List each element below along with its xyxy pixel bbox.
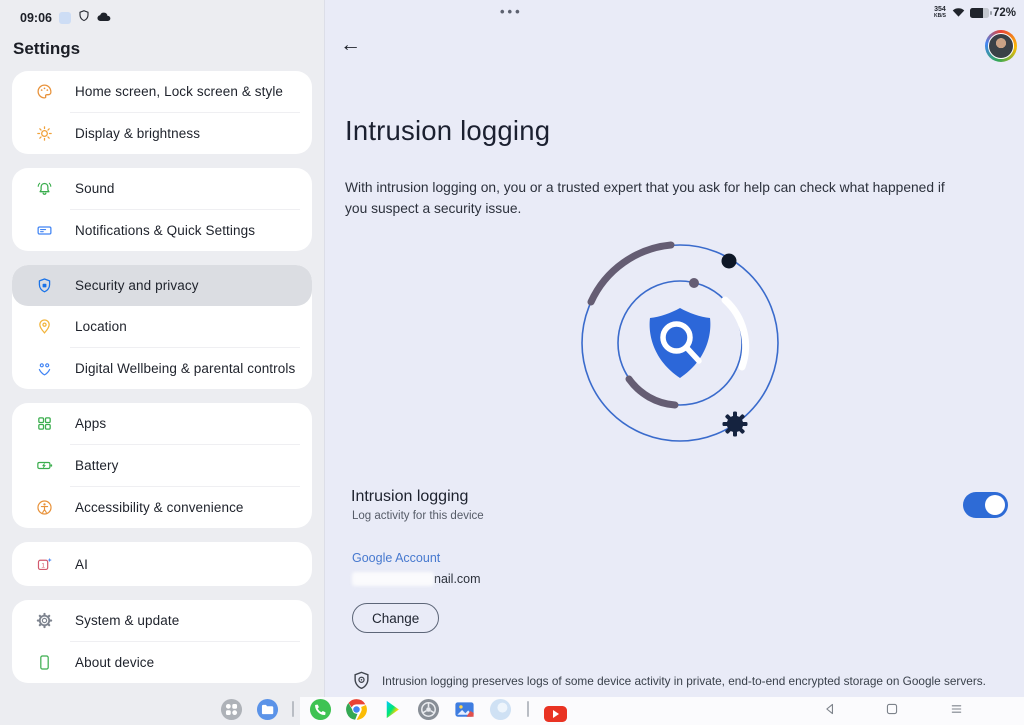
- sidebar-item-label: AI: [75, 557, 88, 572]
- network-speed: 354 KB/S: [934, 7, 946, 19]
- app-drawer-icon[interactable]: [220, 698, 243, 721]
- play-store-icon[interactable]: [381, 698, 404, 721]
- phone-icon: [36, 654, 53, 671]
- google-account-link[interactable]: Google Account: [352, 551, 440, 565]
- sidebar-item-label: Accessibility & convenience: [75, 500, 244, 515]
- bottom-nav-bar: [300, 697, 1024, 725]
- sidebar-item-label: Display & brightness: [75, 126, 200, 141]
- app-badge-icon: [59, 12, 71, 24]
- sidebar-item-sound[interactable]: Sound: [12, 168, 312, 209]
- sidebar-item-accessibility[interactable]: Accessibility & convenience: [12, 487, 312, 528]
- sidebar-item-label: About device: [75, 655, 154, 670]
- palette-icon: [36, 83, 53, 100]
- dock-divider: [292, 701, 294, 717]
- phone-call-icon[interactable]: [309, 698, 332, 721]
- wifi-icon: [951, 4, 966, 22]
- notification-banner-icon: [36, 222, 53, 239]
- sidebar-item-ai[interactable]: 1 AI: [12, 542, 312, 586]
- sidebar-item-label: Security and privacy: [75, 278, 199, 293]
- ai-icon: 1: [36, 556, 53, 573]
- page-heading: Intrusion logging: [345, 115, 550, 147]
- shield-icon: [78, 9, 90, 27]
- sidebar-item-location[interactable]: Location: [12, 306, 312, 347]
- sidebar-item-label: Battery: [75, 458, 118, 473]
- globe-app-icon[interactable]: [489, 698, 512, 721]
- battery-icon: [970, 8, 989, 19]
- sidebar-item-battery[interactable]: Battery: [12, 445, 312, 486]
- gear-orbit-icon: [723, 412, 748, 437]
- sidebar-item-display[interactable]: Display & brightness: [12, 113, 312, 154]
- bell-icon: [36, 180, 53, 197]
- sidebar-group: Security and privacy Location Digital We…: [12, 265, 312, 389]
- wellbeing-icon: [36, 360, 53, 377]
- clock: 09:06: [20, 11, 52, 25]
- nav-recents-icon[interactable]: [946, 699, 966, 719]
- nav-home-icon[interactable]: [882, 699, 902, 719]
- shield-search-icon: [650, 308, 711, 378]
- page-description: With intrusion logging on, you or a trus…: [345, 178, 965, 219]
- back-arrow-icon[interactable]: ←: [340, 33, 361, 57]
- window-drag-handle[interactable]: •••: [500, 4, 523, 19]
- shield-lock-icon: [36, 277, 53, 294]
- intrusion-logging-toggle[interactable]: [963, 492, 1008, 518]
- sidebar-group: System & update About device: [12, 600, 312, 683]
- avatar[interactable]: [985, 30, 1017, 62]
- cloud-icon: [97, 9, 111, 27]
- toggle-row-title: Intrusion logging: [351, 488, 468, 506]
- shield-magnifier-illustration: [540, 232, 820, 457]
- sidebar-item-label: Notifications & Quick Settings: [75, 223, 255, 238]
- sidebar-item-digital-wellbeing[interactable]: Digital Wellbeing & parental controls: [12, 348, 312, 389]
- sidebar-item-label: System & update: [75, 613, 179, 628]
- redacted-email-part: [352, 572, 434, 586]
- gear-icon: [36, 612, 53, 629]
- intrusion-logging-panel: ••• 354 KB/S 72% ← Intrusion logging Wit…: [326, 0, 1024, 725]
- sidebar-item-home-screen[interactable]: Home screen, Lock screen & style: [12, 71, 312, 112]
- folder-icon[interactable]: [256, 698, 279, 721]
- chrome-icon[interactable]: [345, 698, 368, 721]
- sidebar-item-label: Apps: [75, 416, 106, 431]
- sidebar-item-label: Digital Wellbeing & parental controls: [75, 361, 295, 376]
- page-title: Settings: [0, 29, 324, 71]
- status-bar-right: 354 KB/S 72%: [934, 4, 1016, 22]
- sidebar-item-apps[interactable]: Apps: [12, 403, 312, 444]
- account-email: nail.com: [352, 571, 481, 586]
- sidebar-group: 1 AI: [12, 542, 312, 586]
- youtube-icon[interactable]: [544, 702, 567, 725]
- footer-note: Intrusion logging preserves logs of some…: [353, 671, 1003, 695]
- change-account-button[interactable]: Change: [352, 603, 439, 633]
- nav-back-icon[interactable]: [820, 699, 840, 719]
- avatar-photo: [988, 33, 1014, 59]
- photos-app-icon[interactable]: [453, 698, 476, 721]
- location-pin-icon: [36, 318, 53, 335]
- accessibility-icon: [36, 499, 53, 516]
- dock-divider: [527, 701, 529, 717]
- sidebar-item-label: Home screen, Lock screen & style: [75, 84, 283, 99]
- toggle-row-subtitle: Log activity for this device: [352, 510, 484, 522]
- sidebar-item-label: Location: [75, 319, 127, 334]
- lens-app-icon[interactable]: [417, 698, 440, 721]
- sidebar-item-notifications[interactable]: Notifications & Quick Settings: [12, 210, 312, 251]
- status-bar-left: 09:06: [0, 0, 324, 29]
- toggle-knob: [985, 495, 1005, 515]
- svg-text:1: 1: [41, 562, 45, 569]
- apps-grid-icon: [36, 415, 53, 432]
- sidebar-item-system-update[interactable]: System & update: [12, 600, 312, 641]
- sidebar-group: Sound Notifications & Quick Settings: [12, 168, 312, 251]
- settings-app-screen: 09:06 Settings Home screen, Lock screen …: [0, 0, 1024, 725]
- sidebar-item-label: Sound: [75, 181, 115, 196]
- battery-icon: [36, 457, 53, 474]
- privacy-shield-icon: [353, 671, 370, 695]
- sidebar-group: Home screen, Lock screen & style Display…: [12, 71, 312, 154]
- sun-icon: [36, 125, 53, 142]
- battery-percent: 72%: [993, 7, 1016, 19]
- sidebar-item-about-device[interactable]: About device: [12, 642, 312, 683]
- sidebar-item-security-privacy[interactable]: Security and privacy: [12, 265, 312, 306]
- settings-sidebar: 09:06 Settings Home screen, Lock screen …: [0, 0, 325, 725]
- sidebar-group: Apps Battery Accessibility & convenience: [12, 403, 312, 528]
